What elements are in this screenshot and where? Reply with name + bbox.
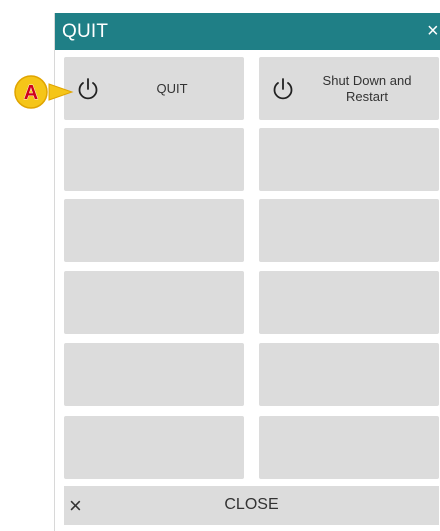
- close-button[interactable]: × CLOSE: [64, 486, 439, 525]
- power-icon: [273, 78, 293, 100]
- empty-button-slot: [64, 271, 244, 334]
- quit-dialog: QUIT × QUIT Shut Down and Restart × CLOS…: [54, 13, 440, 531]
- empty-button-slot: [259, 416, 439, 479]
- dialog-title: QUIT: [62, 21, 109, 42]
- empty-button-slot: [64, 343, 244, 406]
- shutdown-restart-button-label: Shut Down and Restart: [322, 72, 412, 104]
- empty-button-slot: [64, 199, 244, 262]
- callout-letter: A: [24, 82, 38, 104]
- close-button-label: CLOSE: [224, 496, 279, 513]
- empty-button-slot: [259, 271, 439, 334]
- power-icon: [78, 78, 98, 100]
- empty-button-slot: [259, 199, 439, 262]
- empty-button-slot: [259, 343, 439, 406]
- empty-button-slot: [64, 416, 244, 479]
- callout-a-marker: A: [14, 75, 74, 109]
- empty-button-slot: [64, 128, 244, 191]
- quit-button[interactable]: QUIT: [64, 57, 244, 120]
- quit-button-label: QUIT: [156, 80, 188, 96]
- dialog-close-icon[interactable]: ×: [427, 19, 440, 43]
- empty-button-slot: [259, 128, 439, 191]
- shutdown-restart-button[interactable]: Shut Down and Restart: [259, 57, 439, 120]
- dialog-titlebar: QUIT ×: [55, 13, 440, 50]
